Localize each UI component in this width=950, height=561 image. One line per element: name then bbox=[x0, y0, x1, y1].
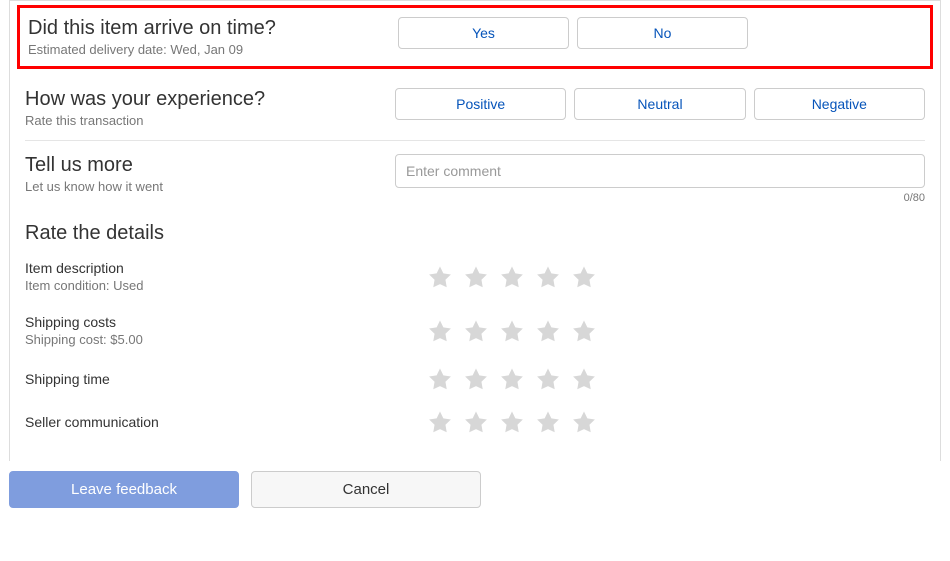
action-bar: Leave feedback Cancel bbox=[0, 461, 950, 520]
star-icon[interactable] bbox=[465, 368, 487, 390]
neutral-button[interactable]: Neutral bbox=[574, 88, 745, 120]
detail-label: Shipping time bbox=[25, 371, 429, 387]
detail-row: Item description Item condition: Used bbox=[25, 249, 925, 303]
arrive-no-button[interactable]: No bbox=[577, 17, 748, 49]
star-icon[interactable] bbox=[573, 320, 595, 342]
detail-label: Seller communication bbox=[25, 414, 429, 430]
detail-row: Seller communication bbox=[25, 400, 925, 443]
detail-sub: Item condition: Used bbox=[25, 278, 429, 293]
star-icon[interactable] bbox=[501, 411, 523, 433]
cancel-button[interactable]: Cancel bbox=[251, 471, 481, 508]
arrive-subtitle: Estimated delivery date: Wed, Jan 09 bbox=[28, 42, 398, 57]
feedback-panel: Did this item arrive on time? Estimated … bbox=[9, 0, 941, 461]
tellmore-subtitle: Let us know how it went bbox=[25, 179, 395, 194]
char-count: 0/80 bbox=[904, 192, 925, 204]
arrive-yes-button[interactable]: Yes bbox=[398, 17, 569, 49]
star-icon[interactable] bbox=[501, 320, 523, 342]
star-icon[interactable] bbox=[429, 411, 451, 433]
star-icon[interactable] bbox=[573, 368, 595, 390]
negative-button[interactable]: Negative bbox=[754, 88, 925, 120]
detail-label: Item description bbox=[25, 260, 429, 276]
star-rating bbox=[429, 368, 595, 390]
positive-button[interactable]: Positive bbox=[395, 88, 566, 120]
detail-sub: Shipping cost: $5.00 bbox=[25, 332, 429, 347]
experience-title: How was your experience? bbox=[25, 88, 395, 111]
star-icon[interactable] bbox=[429, 320, 451, 342]
star-icon[interactable] bbox=[573, 266, 595, 288]
star-rating bbox=[429, 266, 595, 288]
arrive-on-time-highlight: Did this item arrive on time? Estimated … bbox=[17, 5, 933, 69]
star-icon[interactable] bbox=[501, 266, 523, 288]
star-rating bbox=[429, 320, 595, 342]
arrive-on-time-section: Did this item arrive on time? Estimated … bbox=[28, 14, 922, 57]
detail-row: Shipping costs Shipping cost: $5.00 bbox=[25, 303, 925, 357]
star-rating bbox=[429, 411, 595, 433]
detail-row: Shipping time bbox=[25, 357, 925, 400]
star-icon[interactable] bbox=[465, 320, 487, 342]
star-icon[interactable] bbox=[537, 411, 559, 433]
tellmore-title: Tell us more bbox=[25, 154, 395, 177]
rate-details-title: Rate the details bbox=[25, 222, 925, 245]
leave-feedback-button[interactable]: Leave feedback bbox=[9, 471, 239, 508]
experience-section: How was your experience? Rate this trans… bbox=[25, 75, 925, 141]
tell-us-more-section: Tell us more Let us know how it went 0/8… bbox=[25, 141, 925, 206]
arrive-title: Did this item arrive on time? bbox=[28, 17, 398, 40]
experience-subtitle: Rate this transaction bbox=[25, 113, 395, 128]
star-icon[interactable] bbox=[537, 266, 559, 288]
star-icon[interactable] bbox=[465, 266, 487, 288]
star-icon[interactable] bbox=[573, 411, 595, 433]
details-rows: Item description Item condition: Used Ship… bbox=[25, 249, 925, 443]
star-icon[interactable] bbox=[465, 411, 487, 433]
comment-input[interactable] bbox=[395, 154, 925, 188]
star-icon[interactable] bbox=[537, 320, 559, 342]
star-icon[interactable] bbox=[429, 368, 451, 390]
star-icon[interactable] bbox=[537, 368, 559, 390]
star-icon[interactable] bbox=[429, 266, 451, 288]
detail-label: Shipping costs bbox=[25, 314, 429, 330]
star-icon[interactable] bbox=[501, 368, 523, 390]
